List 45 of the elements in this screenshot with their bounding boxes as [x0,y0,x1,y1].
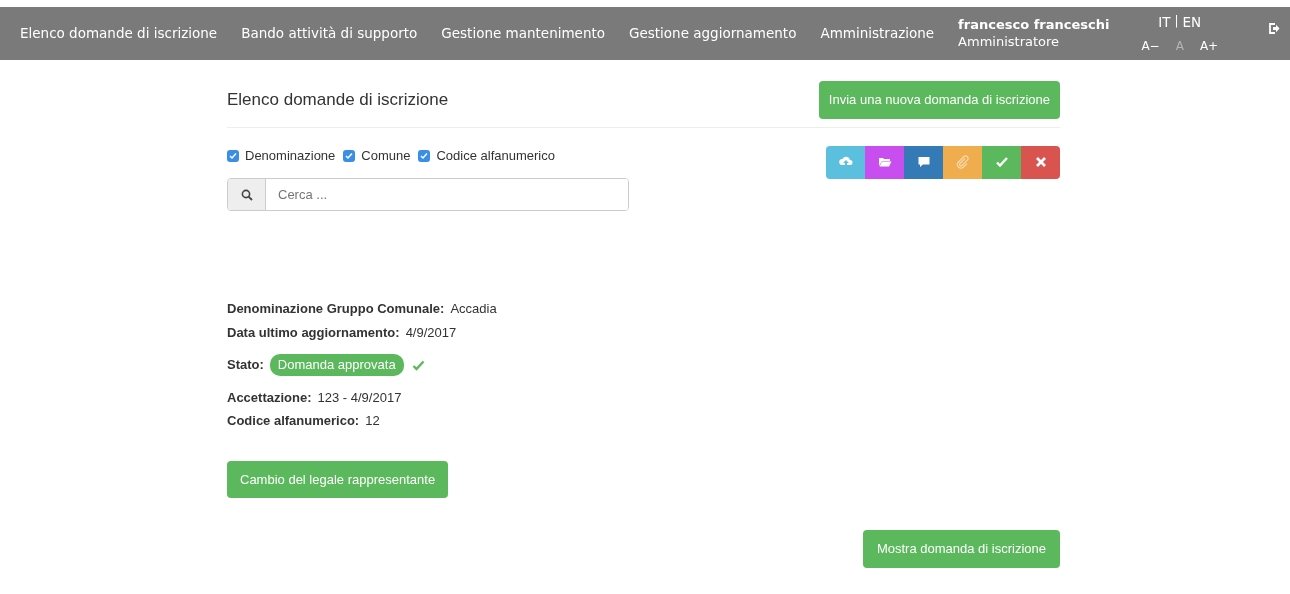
checkbox-label: Denominazione [245,146,336,165]
status-badge: Domanda approvata [269,354,404,376]
checkbox[interactable] [343,149,356,162]
speech-bubble-icon [916,155,931,169]
nav-link-item[interactable]: Elenco domande di iscrizione [8,23,230,44]
toolbar-button[interactable] [865,145,904,179]
field-value: 4/9/2017 [405,324,457,340]
new-application-button[interactable]: Invia una nuova domanda di iscrizione [818,81,1060,119]
field-value: Accadia [450,301,497,317]
logout-icon[interactable] [1269,23,1280,34]
check-icon [994,155,1009,169]
language-link[interactable]: EN [1182,12,1202,33]
language-separator: | [1174,13,1179,31]
field-value: 12 [365,413,380,429]
toolbar-button[interactable] [982,145,1021,179]
show-application-button[interactable]: Mostra domanda di iscrizione [862,530,1060,568]
toolbar-button[interactable] [904,145,943,179]
paperclip-icon [955,155,970,169]
change-representative-button[interactable]: Cambio del legale rappresentante [227,460,449,499]
x-icon [1033,155,1048,169]
nav-link-item[interactable]: Gestione mantenimento [429,23,617,44]
search-icon [240,188,253,201]
checkbox[interactable] [418,149,431,162]
page-title: Elenco domande di iscrizione [227,89,449,110]
field-label: Stato: [227,356,264,375]
language-link[interactable]: IT [1158,12,1171,33]
checkbox-label: Codice alfanumerico [436,146,555,165]
toolbar-button[interactable] [826,145,865,179]
toolbar-button[interactable] [1021,145,1060,179]
user-role: Amministratore [958,33,1061,50]
checkbox-label: Comune [361,146,411,165]
user-name: francesco franceschi [958,17,1110,34]
nav-link-item[interactable]: Bando attività di supporto [229,23,430,44]
checkbox[interactable] [227,149,239,162]
field-label: Codice alfanumerico: [227,413,360,429]
search-field[interactable]: Cerca ... [227,178,629,212]
font-size-link[interactable]: A+ [1193,36,1225,55]
field-value: 123 - 4/9/2017 [317,389,402,405]
field-label: Accettazione: [227,389,312,405]
nav-link-item[interactable]: Gestione aggiornamento [617,23,809,44]
field-label: Denominazione Gruppo Comunale: [227,301,445,317]
folder-icon [877,155,892,169]
font-size-link[interactable]: A− [1135,36,1166,55]
nav-link-item[interactable]: Amministrazione [808,23,947,44]
field-label: Data ultimo aggiornamento: [227,324,400,340]
